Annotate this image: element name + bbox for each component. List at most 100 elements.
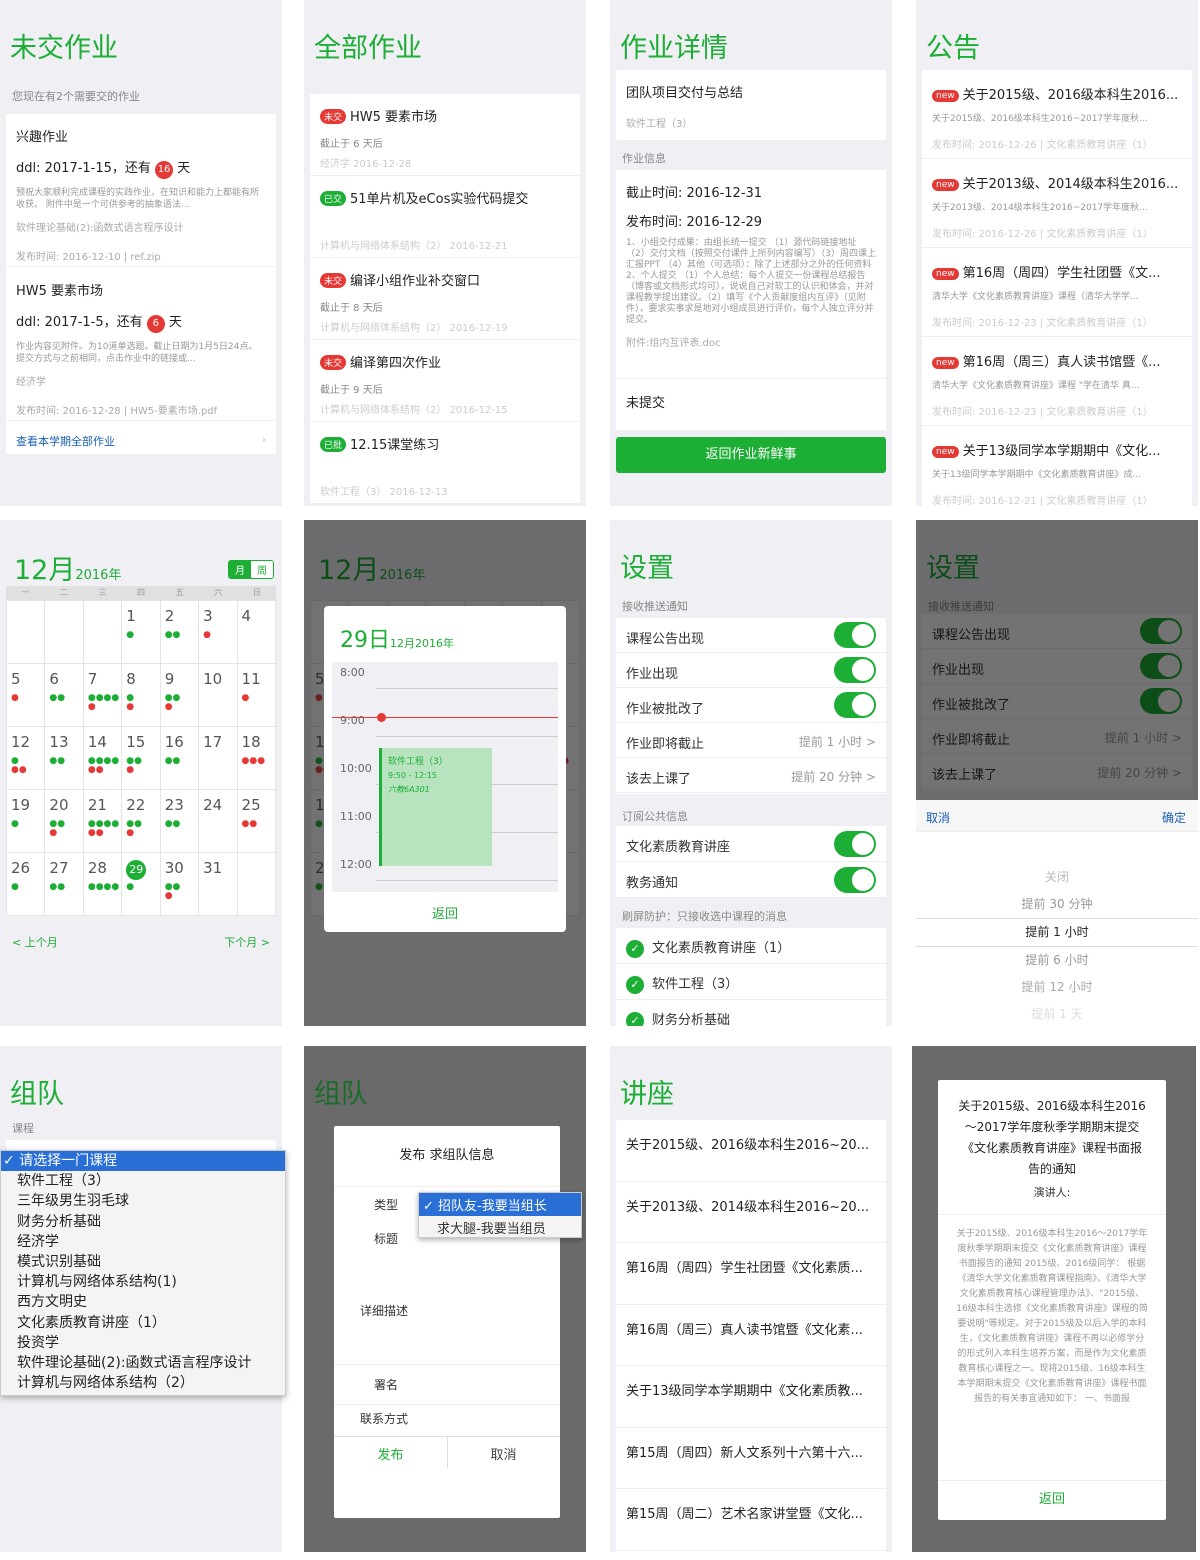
toggle-switch[interactable] xyxy=(834,657,876,683)
type-option-leader[interactable]: ✓ 招队友-我要当组长 xyxy=(419,1193,581,1216)
announcement-row[interactable]: new 关于2013级、2014级本科生2016... 关于2013级、2014级本… xyxy=(922,159,1192,248)
course-option[interactable]: ✓ 请选择一门课程 xyxy=(1,1151,285,1172)
calendar-day[interactable]: 6 ●● xyxy=(44,663,84,727)
attachment-link[interactable]: 附件:组内互评表.doc xyxy=(626,334,876,349)
type-dropdown[interactable]: ✓ 招队友-我要当组长 求大腿-我要当组员 xyxy=(418,1192,582,1238)
course-option[interactable]: 经济学 xyxy=(1,1232,285,1252)
calendar-day[interactable]: 10 xyxy=(198,663,238,727)
calendar-day[interactable]: 3● xyxy=(198,600,238,664)
tab-week[interactable]: 周 xyxy=(251,561,273,578)
calendar-day[interactable]: 16 ●● xyxy=(159,726,200,790)
calendar-day[interactable]: 15 ●●● xyxy=(121,726,161,790)
calendar-day[interactable]: 13 ●● xyxy=(44,726,84,790)
course-filter-row[interactable]: ✓ 软件工程（3） xyxy=(616,964,886,1000)
announcement-row[interactable]: new 关于13级同学本学期期中《文化... 关于13级同学本学期期中《文化素质教育… xyxy=(922,426,1192,506)
tab-month[interactable]: 月 xyxy=(229,561,251,578)
picker-cancel-button[interactable]: 取消 xyxy=(926,809,950,826)
toggle-switch[interactable] xyxy=(834,867,876,893)
toggle-switch[interactable] xyxy=(834,622,876,648)
calendar-day[interactable]: 20 ●●● xyxy=(44,789,84,853)
picker-confirm-button[interactable]: 确定 xyxy=(1162,809,1186,826)
calendar-day[interactable]: 2 ●● xyxy=(159,600,200,664)
calendar-day[interactable]: 11 ● xyxy=(236,663,277,727)
homework-row[interactable]: 未交 编译第四次作业 截止于 9 天后 计算机与网络体系结构（2） 2016-12-1… xyxy=(310,340,580,422)
calendar-day[interactable]: 1● xyxy=(121,600,161,664)
calendar-day[interactable]: 9 ●●● xyxy=(159,663,200,727)
homework-row[interactable]: 已批 12.15课堂练习 软件工程（3） 2016-12-13 xyxy=(310,422,580,504)
back-to-news-button[interactable]: 返回作业新鲜事 xyxy=(616,437,886,473)
course-option[interactable]: 三年级男生羽毛球 xyxy=(1,1191,285,1211)
calendar-day[interactable]: 17 xyxy=(198,726,238,790)
announcement-row[interactable]: new 关于2015级、2016级本科生2016... 关于2015级、2016级本… xyxy=(922,70,1192,159)
calendar-day[interactable]: 30 ●●● xyxy=(159,852,200,916)
lecture-row[interactable]: 第15周（周二）艺术名家讲堂暨《文化... xyxy=(616,1489,886,1551)
lecture-row[interactable]: 关于2015级、2016级本科生2016~20... xyxy=(616,1120,886,1182)
course-filter-row[interactable]: ✓ 财务分析基础 xyxy=(616,1000,886,1026)
calendar-day[interactable]: 8 ●● xyxy=(121,663,161,727)
picker-option[interactable]: 提前 6 小时 xyxy=(916,947,1198,974)
prev-month-button[interactable]: < 上个月 xyxy=(12,934,58,950)
lecture-row[interactable]: 关于13级同学本学期期中《文化素质教... xyxy=(616,1366,886,1428)
announcement-row[interactable]: new 第16周（周三）真人读书馆暨《... 清华大学《文化素质教育讲座》课程 "学… xyxy=(922,337,1192,426)
calendar-day[interactable]: 12 ●●● xyxy=(5,726,46,790)
calendar-day[interactable]: 14 ●●●●●● xyxy=(82,726,123,790)
course-option[interactable]: 财务分析基础 xyxy=(1,1212,285,1232)
picker-option[interactable]: 提前 1 天 xyxy=(916,1001,1198,1026)
picker-wheel[interactable]: 关闭 提前 30 分钟 提前 1 小时 提前 6 小时 提前 12 小时 提前 1 天 xyxy=(916,832,1198,1026)
subscription-row[interactable]: 文化素质教育讲座 xyxy=(616,826,886,862)
homework-item[interactable]: HW5 要素市场 ddl: 2017-1-5，还有 6 天 作业内容见附件。为1… xyxy=(16,280,266,417)
type-option-member[interactable]: 求大腿-我要当组员 xyxy=(419,1216,581,1239)
calendar-day[interactable]: 22 ●●● xyxy=(121,789,161,853)
calendar-day[interactable]: 26 ● xyxy=(5,852,46,916)
calendar-day[interactable]: 31 xyxy=(198,852,238,916)
calendar-day[interactable]: 24 xyxy=(198,789,238,853)
course-option[interactable]: 计算机与网络体系结构(1) xyxy=(1,1272,285,1292)
setting-row[interactable]: 作业被批改了 xyxy=(616,688,886,723)
homework-item[interactable]: 兴趣作业 ddl: 2017-1-15，还有 16 天 预祝大家顺利完成课程的实… xyxy=(16,126,266,263)
toggle-switch[interactable] xyxy=(834,831,876,857)
calendar-day[interactable]: 7 ●●●●● xyxy=(82,663,123,727)
course-option[interactable]: 西方文明史 xyxy=(1,1292,285,1312)
lecture-row[interactable]: 第16周（周三）真人读书馆暨《文化素... xyxy=(616,1305,886,1366)
picker-option[interactable]: 提前 1 小时 xyxy=(916,918,1198,947)
course-option[interactable]: 计算机与网络体系结构（2） xyxy=(1,1373,285,1393)
calendar-day[interactable]: 4 xyxy=(236,600,277,664)
calendar-day[interactable]: 19 ● xyxy=(5,789,46,853)
course-dropdown-menu[interactable]: ✓ 请选择一门课程 软件工程（3） 三年级男生羽毛球 财务分析基础 经济学 模式识别基础计… xyxy=(0,1150,286,1396)
calendar-day[interactable]: 25 ●● xyxy=(236,789,277,853)
setting-row[interactable]: 该去上课了 提前 20 分钟 > xyxy=(616,758,886,793)
course-option[interactable]: 软件理论基础(2):函数式语言程序设计 xyxy=(1,1353,285,1373)
homework-row[interactable]: 未交 HW5 要素市场 截止于 6 天后 经济学 2016-12-28 xyxy=(310,94,580,176)
setting-row[interactable]: 课程公告出现 xyxy=(616,618,886,653)
setting-row[interactable]: 作业出现 xyxy=(616,653,886,688)
course-option[interactable]: 软件工程（3） xyxy=(1,1171,285,1191)
back-button[interactable]: 返回 xyxy=(938,1488,1166,1507)
calendar-day[interactable]: 28 ●●●● xyxy=(82,852,123,916)
calendar-day[interactable]: 23 ●● xyxy=(159,789,200,853)
picker-option[interactable]: 提前 12 小时 xyxy=(916,974,1198,1001)
toggle-switch[interactable] xyxy=(834,692,876,718)
course-filter-row[interactable]: ✓ 文化素质教育讲座（1） xyxy=(616,928,886,964)
announcement-row[interactable]: new 第16周（周四）学生社团暨《文... 清华大学《文化素质教育讲座》课程（清华… xyxy=(922,248,1192,337)
picker-option[interactable]: 提前 30 分钟 xyxy=(916,891,1198,918)
setting-row[interactable]: 作业即将截止 提前 1 小时 > xyxy=(616,723,886,758)
view-all-link[interactable]: 查看本学期全部作业 › xyxy=(6,420,276,454)
calendar-day[interactable]: 27 ●● xyxy=(44,852,84,916)
publish-button[interactable]: 发布 xyxy=(334,1444,447,1463)
calendar-day[interactable]: 21 ●●●●●● xyxy=(82,789,123,853)
next-month-button[interactable]: 下个月 > xyxy=(224,934,270,950)
calendar-day[interactable]: 5● xyxy=(5,663,46,727)
back-button[interactable]: 返回 xyxy=(324,903,566,922)
lecture-row[interactable]: 第15周（周四）新人文系列十六第十六... xyxy=(616,1428,886,1489)
subscription-row[interactable]: 教务通知 xyxy=(616,862,886,898)
event-block[interactable]: 软件工程（3） 9:50 - 12:15 六教6A301 xyxy=(379,748,492,866)
cancel-button[interactable]: 取消 xyxy=(447,1444,560,1463)
course-option[interactable]: 文化素质教育讲座（1） xyxy=(1,1313,285,1333)
calendar-day[interactable]: 29 ● xyxy=(121,852,161,916)
lecture-row[interactable]: 关于2013级、2014级本科生2016~20... xyxy=(616,1182,886,1243)
calendar-day[interactable]: 18 ●●● xyxy=(236,726,277,790)
picker-option[interactable]: 关闭 xyxy=(916,864,1198,891)
course-option[interactable]: 模式识别基础 xyxy=(1,1252,285,1272)
homework-row[interactable]: 已交 51单片机及eCos实验代码提交 计算机与网络体系结构（2） 2016-12-… xyxy=(310,176,580,258)
course-option[interactable]: 投资学 xyxy=(1,1333,285,1353)
